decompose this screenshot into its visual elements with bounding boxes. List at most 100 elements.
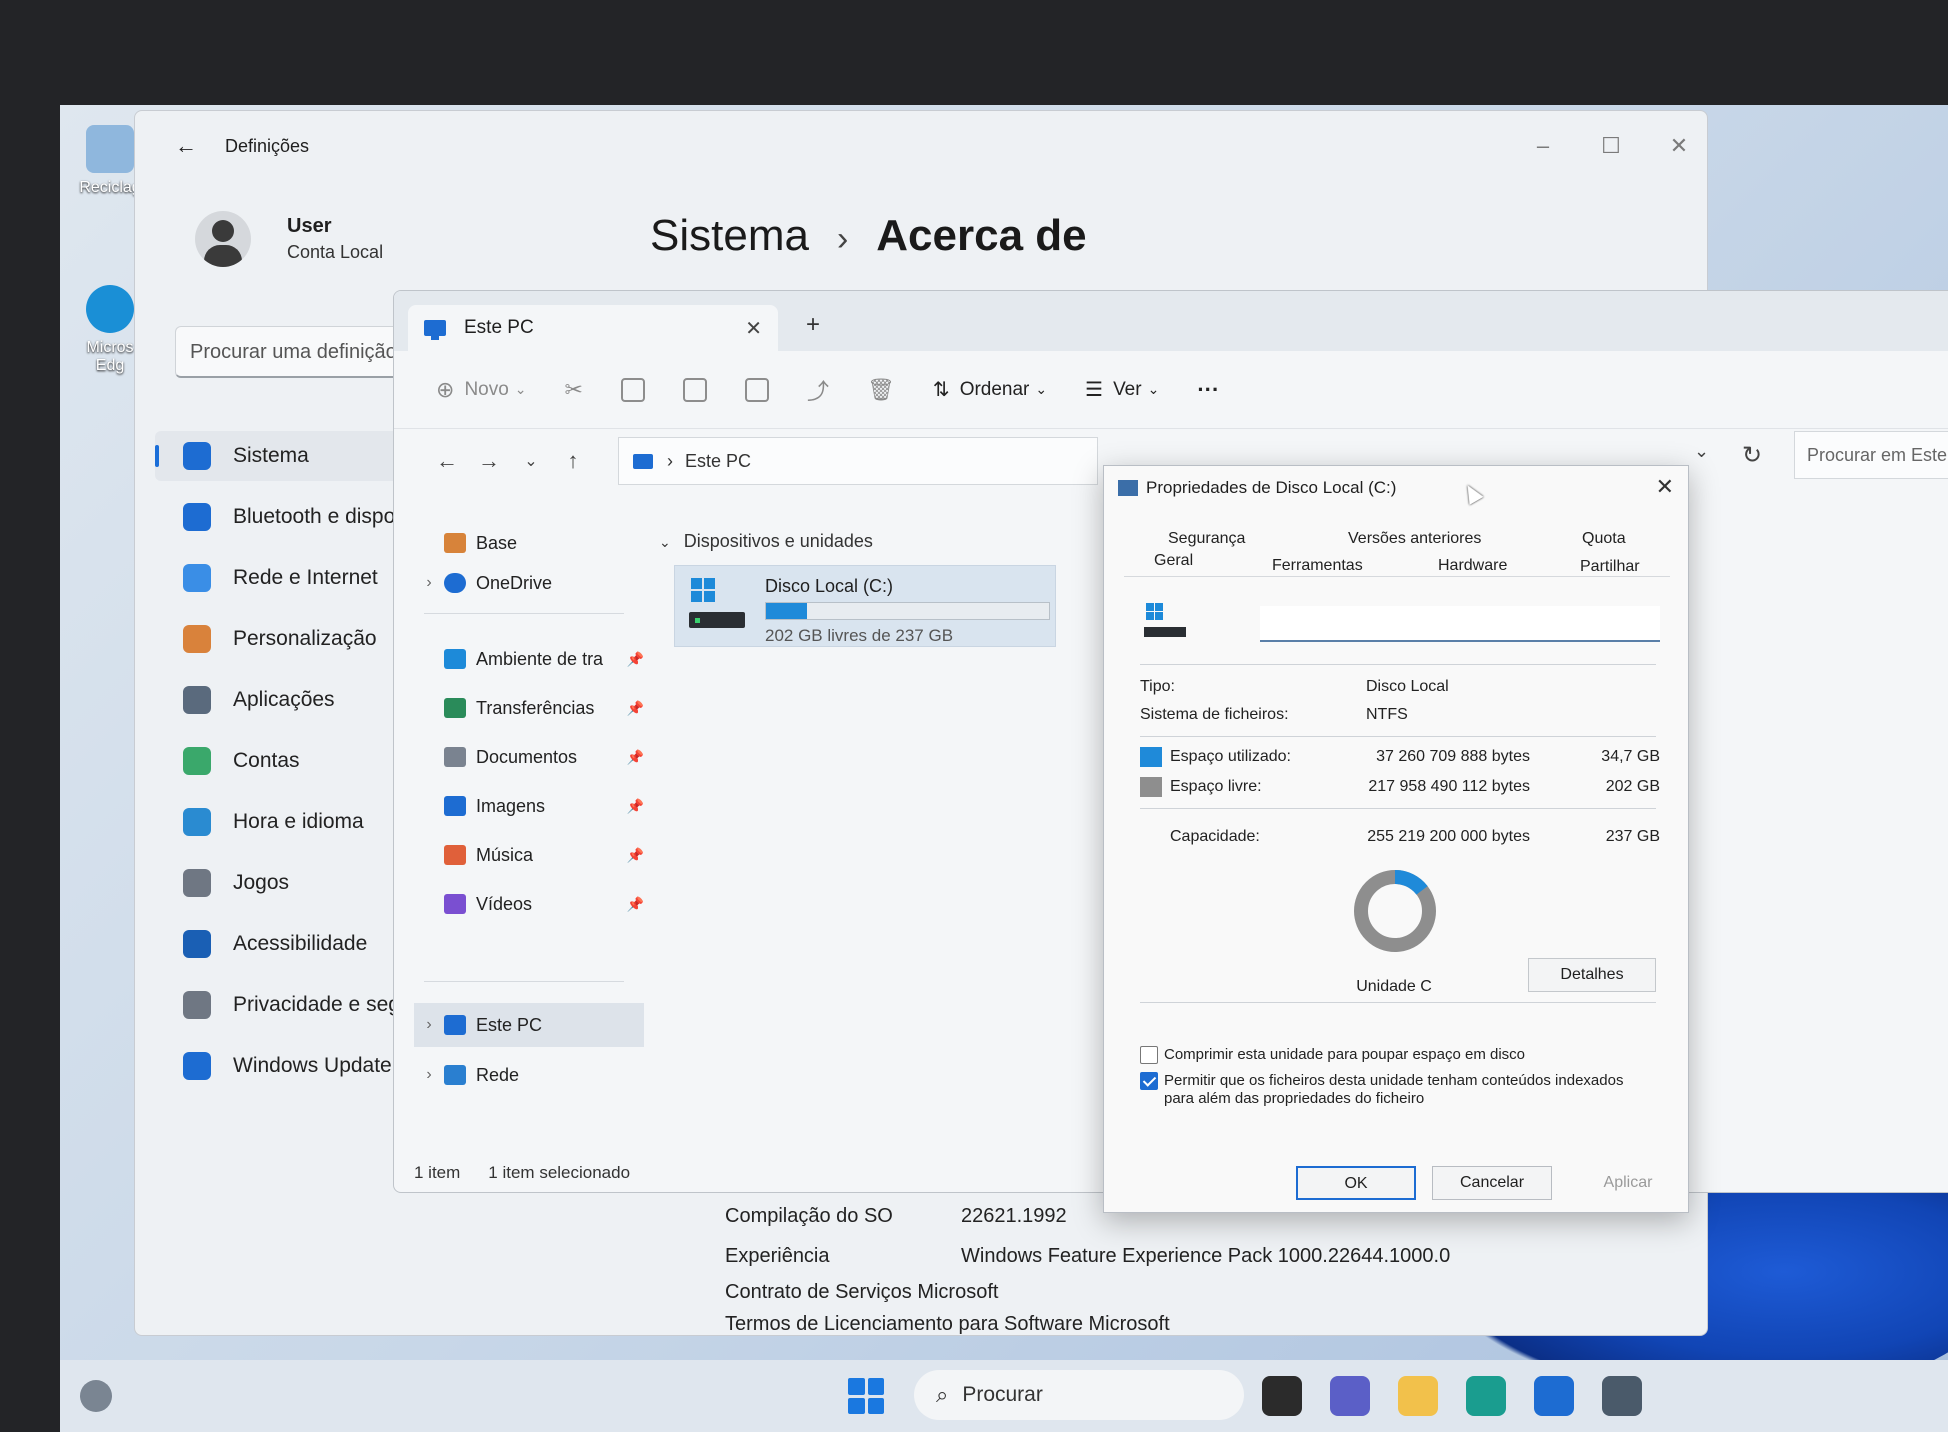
new-button[interactable]: ⊕ Novo ⌄ (436, 377, 527, 403)
group-header[interactable]: ⌄ Dispositivos e unidades (659, 531, 873, 552)
mouse-cursor-icon (1460, 481, 1484, 505)
copy-button[interactable] (620, 377, 645, 402)
license-terms-link[interactable]: Termos de Licenciamento para Software Mi… (725, 1308, 1450, 1335)
chevron-right-icon[interactable]: › (414, 574, 444, 592)
close-tab-icon[interactable]: ✕ (745, 316, 762, 341)
index-checkbox[interactable] (1140, 1072, 1158, 1090)
breadcrumb-parent[interactable]: Sistema (650, 211, 809, 261)
nav-item-quick-access[interactable]: Ambiente de tra 📌 (414, 637, 644, 681)
scissors-icon: ✂ (564, 376, 583, 402)
cut-button[interactable]: ✂ (565, 377, 583, 403)
globe-clock-icon (183, 808, 211, 836)
tab-quota[interactable]: Quota (1582, 530, 1626, 548)
compress-checkbox[interactable] (1140, 1046, 1158, 1064)
drive-label-input[interactable] (1260, 606, 1660, 642)
drive-free-space: 202 GB livres de 237 GB (765, 626, 954, 645)
tab-general[interactable]: Geral (1154, 552, 1193, 570)
nav-item-quick-access[interactable]: Música 📌 (414, 833, 644, 877)
windows-logo-tile (848, 1378, 865, 1395)
compress-option[interactable]: Comprimir esta unidade para poupar espaç… (1140, 1046, 1650, 1064)
recent-locations-chevron-icon[interactable]: ⌄ (510, 451, 552, 471)
nav-item-network[interactable]: › Rede (414, 1053, 644, 1097)
task-view-icon[interactable] (1262, 1376, 1302, 1416)
tab-sharing[interactable]: Partilhar (1580, 558, 1640, 576)
more-options-button[interactable]: ··· (1197, 377, 1219, 403)
nav-item-this-pc[interactable]: › Este PC (414, 1003, 644, 1047)
ok-button[interactable]: OK (1296, 1166, 1416, 1200)
apply-button[interactable]: Aplicar (1568, 1166, 1688, 1200)
paste-button[interactable] (682, 377, 707, 402)
view-button[interactable]: ☰ Ver ⌄ (1085, 377, 1159, 402)
videos-icon (444, 894, 466, 914)
nav-item-onedrive[interactable]: › OneDrive (414, 561, 644, 605)
refresh-icon[interactable]: ↻ (1742, 441, 1762, 470)
capacity-gb: 237 GB (1605, 828, 1660, 845)
tab-hardware[interactable]: Hardware (1438, 557, 1507, 575)
share-button[interactable]: ⤴ (807, 374, 829, 406)
pin-icon[interactable]: 📌 (627, 847, 644, 864)
nav-item-quick-access[interactable]: Imagens 📌 (414, 784, 644, 828)
usage-donut-chart (1354, 870, 1436, 952)
taskbar-search[interactable]: ⌕ Procurar (914, 1370, 1244, 1420)
sidebar-item-label: Windows Update (233, 1054, 392, 1077)
desktop-folder-icon (444, 649, 466, 669)
drive-c-tile[interactable]: Disco Local (C:) 202 GB livres de 237 GB (674, 565, 1056, 647)
settings-gear-icon[interactable] (1602, 1376, 1642, 1416)
pin-icon[interactable]: 📌 (627, 700, 644, 717)
close-icon[interactable]: ✕ (1656, 474, 1674, 500)
free-space-gb: 202 GB (1605, 778, 1660, 795)
address-history-chevron-icon[interactable]: ⌄ (1694, 441, 1709, 462)
nav-item-label: Imagens (476, 795, 546, 816)
dialog-title: Propriedades de Disco Local (C:) (1118, 478, 1396, 498)
back-arrow-icon[interactable]: ← (175, 133, 197, 159)
nav-item-home[interactable]: Base (414, 521, 644, 565)
pin-icon[interactable]: 📌 (627, 749, 644, 766)
user-profile[interactable]: User Conta Local (195, 211, 383, 267)
settings-titlebar: ← Definições (135, 111, 1707, 181)
chevron-right-icon[interactable]: › (414, 1066, 444, 1084)
about-key: Compilação do SO (725, 1204, 893, 1227)
tab-previous-versions[interactable]: Versões anteriores (1348, 530, 1481, 548)
index-option[interactable]: Permitir que os ficheiros desta unidade … (1140, 1072, 1650, 1108)
nav-item-quick-access[interactable]: Documentos 📌 (414, 735, 644, 779)
sort-button[interactable]: ⇅ Ordenar ⌄ (933, 377, 1047, 402)
pin-icon[interactable]: 📌 (627, 651, 644, 668)
pin-icon[interactable]: 📌 (627, 798, 644, 815)
nav-item-quick-access[interactable]: Vídeos 📌 (414, 882, 644, 926)
maximize-button[interactable]: ☐ (1591, 133, 1631, 159)
sort-icon: ⇅ (932, 379, 950, 401)
cancel-button[interactable]: Cancelar (1432, 1166, 1552, 1200)
edge-icon[interactable] (1466, 1376, 1506, 1416)
forward-arrow-icon[interactable]: → (468, 448, 510, 474)
nav-item-quick-access[interactable]: Transferências 📌 (414, 686, 644, 730)
sort-label: Ordenar (959, 378, 1030, 400)
explorer-search-input[interactable]: Procurar em Este (1794, 431, 1948, 479)
about-key: Experiência (725, 1244, 830, 1267)
close-button[interactable]: ✕ (1659, 133, 1699, 159)
up-arrow-icon[interactable]: ↑ (552, 448, 594, 474)
start-button[interactable] (848, 1378, 884, 1414)
pin-icon[interactable]: 📌 (627, 896, 644, 913)
nav-divider (424, 613, 624, 614)
tab-security[interactable]: Segurança (1168, 530, 1245, 548)
tab-tools[interactable]: Ferramentas (1272, 557, 1363, 575)
file-explorer-icon[interactable] (1398, 1376, 1438, 1416)
back-arrow-icon[interactable]: ← (426, 448, 468, 474)
details-button[interactable]: Detalhes (1528, 958, 1656, 992)
services-agreement-link[interactable]: Contrato de Serviços Microsoft (725, 1276, 1450, 1308)
widgets-icon[interactable] (80, 1380, 112, 1412)
new-tab-button[interactable]: + (806, 311, 820, 339)
tab-este-pc[interactable]: Este PC ✕ (408, 305, 778, 351)
chat-icon[interactable] (1330, 1376, 1370, 1416)
hard-drive-icon (1144, 603, 1186, 637)
rename-button[interactable] (744, 377, 769, 402)
delete-button[interactable]: 🗑 (867, 377, 895, 403)
sidebar-item-label: Privacidade e seg (233, 993, 400, 1016)
index-label: Permitir que os ficheiros desta unidade … (1164, 1072, 1624, 1107)
store-icon[interactable] (1534, 1376, 1574, 1416)
chevron-right-icon[interactable]: › (414, 1016, 444, 1034)
drive-usage-bar (765, 602, 1050, 620)
about-value: Windows Feature Experience Pack 1000.226… (961, 1244, 1451, 1267)
address-bar[interactable]: › Este PC (618, 437, 1098, 485)
minimize-button[interactable]: – (1523, 133, 1563, 159)
